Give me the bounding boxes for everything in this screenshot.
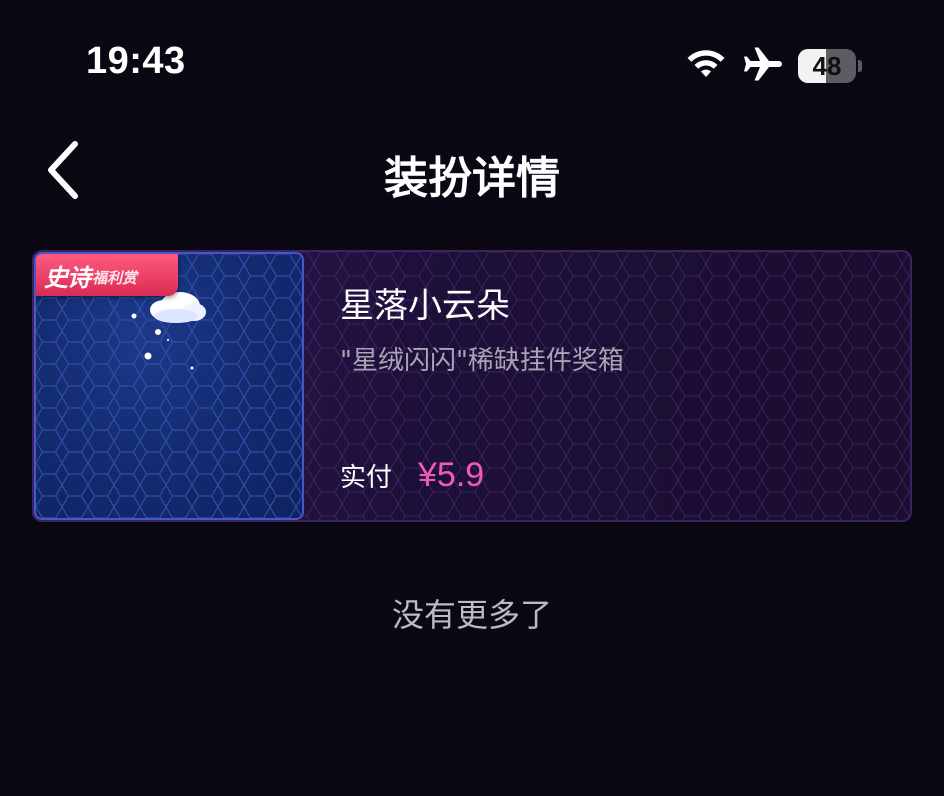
battery-cap xyxy=(858,60,862,72)
end-of-list-text: 没有更多了 xyxy=(391,596,552,634)
item-thumbnail[interactable]: 史诗 福利赏 xyxy=(34,252,304,520)
battery-level: 48 xyxy=(812,50,842,81)
wifi-icon xyxy=(684,47,728,85)
epic-badge: 史诗 福利赏 xyxy=(36,254,178,296)
epic-badge-sublabel: 福利赏 xyxy=(92,268,138,287)
status-icons: 48 xyxy=(684,46,862,86)
item-card[interactable]: 史诗 福利赏 星落小云朵 "星绒闪闪"稀缺挂件奖箱 实付 ¥5.9 xyxy=(32,250,912,522)
price-value: ¥5.9 xyxy=(418,456,485,494)
epic-badge-label: 史诗 xyxy=(44,263,91,292)
battery-icon: 48 xyxy=(798,49,862,83)
battery-body: 48 xyxy=(798,49,856,83)
status-bar: 19:43 48 xyxy=(0,0,944,120)
airplane-icon xyxy=(742,46,784,86)
page-title: 装扮详情 xyxy=(384,153,560,204)
item-description: "星绒闪闪"稀缺挂件奖箱 xyxy=(340,346,624,376)
price-label: 实付 xyxy=(340,463,393,493)
status-time: 19:43 xyxy=(86,40,186,82)
nav-header: 装扮详情 xyxy=(0,130,944,220)
item-name: 星落小云朵 xyxy=(340,286,510,326)
price-row: 实付 ¥5.9 xyxy=(340,456,484,495)
